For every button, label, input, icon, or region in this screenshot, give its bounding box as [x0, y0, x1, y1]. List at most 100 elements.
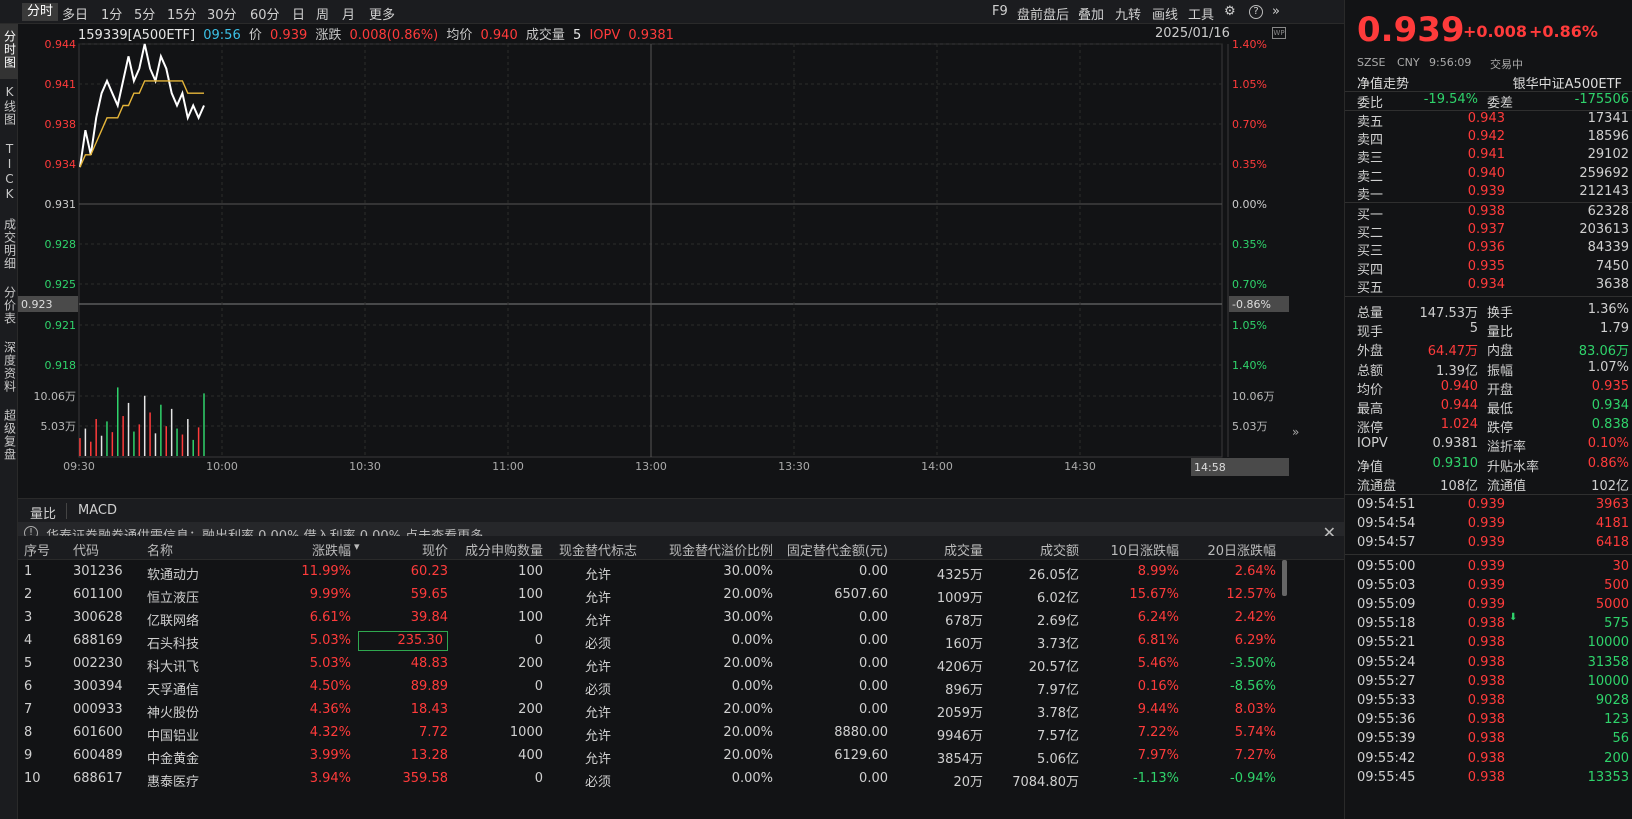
table-cell: 0.00	[859, 702, 888, 717]
bid-level: 买三 0.936 84339	[1345, 239, 1632, 260]
stat-row: 最高 0.944 最低 0.934	[1345, 397, 1632, 417]
stat-row-cell: 流通盘	[1357, 478, 1397, 494]
sort-desc-icon[interactable]: ▾	[354, 540, 360, 553]
table-cell: 允许	[584, 660, 611, 675]
tick-row-cell: 09:54:54	[1357, 516, 1416, 532]
tick-row-cell: 09:55:33	[1357, 693, 1416, 708]
table-cell: 允许	[584, 591, 611, 606]
column-header[interactable]: 固定替代金额(元)	[778, 540, 888, 559]
table-row[interactable]: 4 688169 石头科技 5.03% 235.30 0 必须 0.00% 0.00 160万 3.…	[18, 629, 1344, 653]
tick-row: 09:54:54 0.939 4181	[1345, 515, 1632, 534]
table-cell: 5.03%	[309, 633, 351, 648]
column-header[interactable]: 现金替代溢价比例	[663, 540, 773, 559]
y-tick-left: 0.925	[45, 278, 77, 291]
table-cell: 0.00	[859, 679, 888, 694]
quote-panel: 0.939 +0.008 +0.86% SZSE CNY 9:56:09 交易中…	[1344, 0, 1632, 819]
table-cell: 6.02亿	[1037, 591, 1079, 606]
table-cell: 允许	[584, 568, 611, 583]
indicator-tab-0[interactable]: 量比	[30, 503, 56, 522]
y-tick-right: 0.35%	[1232, 158, 1267, 171]
tick-row: 09:55:45 0.938 13353	[1345, 769, 1632, 788]
column-header[interactable]: 成交额	[989, 540, 1079, 559]
column-header[interactable]: 成分申购数量	[453, 540, 543, 559]
table-cell: 39.84	[410, 610, 448, 625]
table-cell: 6.24%	[1137, 610, 1179, 625]
tick-row-cell: 09:55:39	[1357, 731, 1416, 747]
table-cell: -3.50%	[1230, 656, 1276, 671]
column-header[interactable]: 代码	[73, 540, 143, 559]
table-cell: 8880.00	[834, 725, 888, 740]
nav-trend-link[interactable]: 净值走势	[1357, 73, 1409, 92]
table-cell: 20.00%	[723, 725, 773, 740]
column-header[interactable]: 现金替代标志	[548, 540, 648, 559]
tick-row: 09:55:36 0.938 123	[1345, 711, 1632, 730]
table-row[interactable]: 1 301236 软通动力 11.99% 60.23 100 允许 30.00% 0.00 432…	[18, 560, 1344, 584]
table-cell: 6.81%	[1137, 633, 1179, 648]
column-header[interactable]: 10日涨跌幅	[1084, 540, 1179, 559]
table-cell: 4206万	[936, 660, 983, 675]
table-row[interactable]: 3 300628 亿联网络 6.61% 39.84 100 允许 30.00% 0.00 678万…	[18, 606, 1344, 630]
stat-row-cell: 均价	[1357, 382, 1384, 398]
table-cell: 科大讯飞	[147, 660, 200, 675]
tick-row-cell: 0.938	[1467, 693, 1505, 708]
bid-level-cell: 买三	[1357, 244, 1384, 260]
column-header[interactable]: 成交量	[893, 540, 983, 559]
table-cell: 20.00%	[723, 656, 773, 671]
y-tick-right: 1.40%	[1232, 38, 1267, 51]
bid-level: 买一 0.938 62328	[1345, 203, 1632, 223]
column-header[interactable]: 20日涨跌幅	[1181, 540, 1276, 559]
weibi-row-cell: -19.54%	[1423, 92, 1478, 107]
quote-change-pct: +0.86%	[1529, 22, 1598, 41]
table-cell: 中国铝业	[147, 729, 200, 744]
table-row[interactable]: 6 300394 天孚通信 4.50% 89.89 0 必须 0.00% 0.00 896万 7.9…	[18, 675, 1344, 699]
tick-row-cell: 09:55:00	[1357, 558, 1416, 574]
stat-row-cell: 0.9381	[1432, 436, 1479, 452]
table-cell: 7.27%	[1234, 748, 1276, 763]
x-tick: 14:30	[1064, 460, 1096, 473]
table-cell: 200	[518, 702, 543, 717]
column-header[interactable]: 名称	[147, 540, 247, 559]
table-cell: 9	[24, 748, 33, 763]
stat-row-cell: 最高	[1357, 402, 1384, 417]
stat-row-cell: 64.47万	[1427, 344, 1478, 360]
stat-row: 总量 147.53万 换手 1.36%	[1345, 301, 1632, 321]
table-cell: -0.94%	[1230, 771, 1276, 786]
table-row[interactable]: 9 600489 中金黄金 3.99% 13.28 400 允许 20.00% 6129.60 3…	[18, 744, 1344, 768]
volume-tick-right: 5.03万	[1232, 420, 1268, 433]
table-scrollbar[interactable]	[1282, 560, 1287, 596]
stat-row-cell: 1.79	[1600, 321, 1629, 337]
collapse-right-icon[interactable]: »	[1292, 425, 1299, 439]
stat-row: 均价 0.940 开盘 0.935	[1345, 378, 1632, 398]
column-header[interactable]: 涨跌幅	[261, 540, 351, 559]
table-cell: 60.23	[410, 564, 448, 579]
table-cell: 6129.60	[834, 748, 888, 763]
table-row[interactable]: 10 688617 惠泰医疗 3.94% 359.58 0 必须 0.00% 0.00 20万 70…	[18, 767, 1344, 791]
indicator-tab-1[interactable]: MACD	[78, 503, 117, 518]
bid-level-cell: 203613	[1579, 222, 1629, 238]
table-row[interactable]: 2 601100 恒立液压 9.99% 59.65 100 允许 20.00% 6507.60 1…	[18, 583, 1344, 607]
table-row[interactable]: 5 002230 科大讯飞 5.03% 48.83 200 允许 20.00% 0.00 4206…	[18, 652, 1344, 676]
column-header[interactable]: 现价	[358, 540, 448, 559]
stat-row: 现手 5 量比 1.79	[1345, 320, 1632, 340]
ask-level-cell: 259692	[1579, 165, 1629, 181]
table-cell: 3.78亿	[1037, 706, 1079, 721]
stat-row-cell: 1.36%	[1587, 302, 1629, 317]
table-row[interactable]: 7 000933 神火股份 4.36% 18.43 200 允许 20.00% 0.00 2059…	[18, 698, 1344, 722]
table-cell: 5.74%	[1234, 725, 1276, 740]
y-tick-right: 0.35%	[1232, 238, 1267, 251]
column-header[interactable]: 序号	[24, 540, 64, 559]
bid-level-cell: 买二	[1357, 226, 1384, 242]
table-cell: 天孚通信	[147, 683, 200, 698]
stat-row-cell: 0.9310	[1432, 455, 1479, 471]
intraday-chart[interactable]: 0.944 1.40% 0.941 1.05% 0.938 0.70% 0.934 0.35%…	[0, 0, 1344, 498]
table-cell: 20.00%	[723, 748, 773, 763]
table-cell: 8	[24, 725, 33, 740]
stat-row-cell: 0.935	[1591, 378, 1629, 394]
table-cell: 11.99%	[301, 564, 351, 579]
y-tick-left: 0.944	[45, 38, 77, 51]
table-cell: 20.00%	[723, 587, 773, 602]
table-row[interactable]: 8 601600 中国铝业 4.32% 7.72 1000 允许 20.00% 8880.00 9…	[18, 721, 1344, 745]
tick-row-cell: 0.938	[1467, 673, 1505, 689]
tick-row: 09:55:18 0.938 575	[1345, 615, 1632, 634]
table-cell: 5.06亿	[1037, 752, 1079, 767]
